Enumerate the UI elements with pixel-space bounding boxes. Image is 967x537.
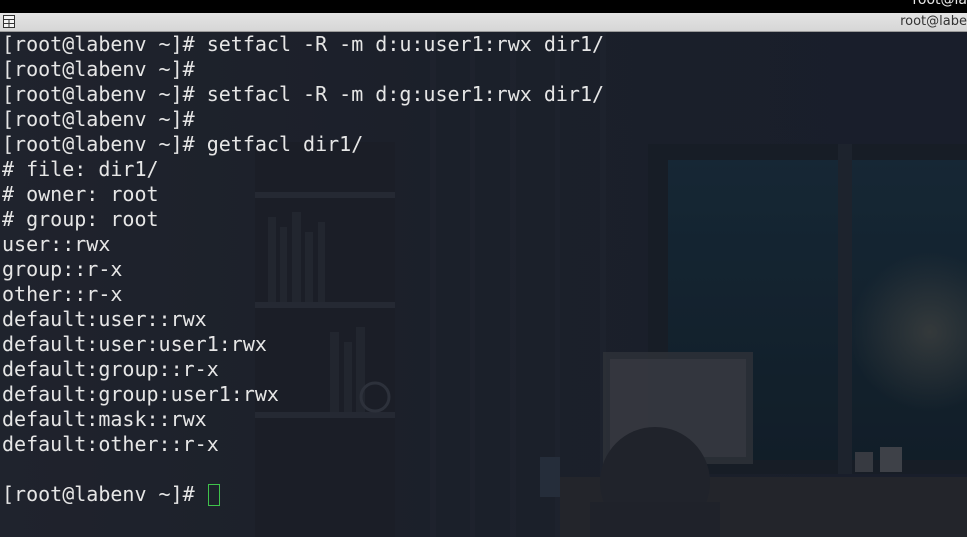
terminal-line: # group: root bbox=[2, 207, 159, 231]
terminal-prompt-line[interactable]: [root@labenv ~]# bbox=[2, 482, 604, 507]
screen: root@la root@labe [root@labenv ~]# setfa… bbox=[0, 0, 967, 537]
terminal-tab-title[interactable]: root@labe bbox=[900, 14, 967, 29]
terminal-prompt: [root@labenv ~]# bbox=[2, 482, 207, 506]
terminal-line: default:user::rwx bbox=[2, 307, 207, 331]
top-panel: root@la bbox=[0, 0, 967, 13]
terminal-line: [root@labenv ~]# bbox=[2, 107, 195, 131]
terminal-line: default:group:user1:rwx bbox=[2, 382, 279, 406]
terminal-cursor bbox=[207, 484, 220, 506]
terminal-line: default:group::r-x bbox=[2, 357, 219, 381]
split-terminal-icon[interactable] bbox=[3, 15, 15, 28]
terminal-line: user::rwx bbox=[2, 232, 111, 256]
terminal-line: default:mask::rwx bbox=[2, 407, 207, 431]
terminal-output[interactable]: [root@labenv ~]# setfacl -R -m d:u:user1… bbox=[2, 32, 604, 507]
terminal-line: [root@labenv ~]# bbox=[2, 57, 195, 81]
terminal-window[interactable]: [root@labenv ~]# setfacl -R -m d:u:user1… bbox=[0, 32, 967, 537]
terminal-line: # file: dir1/ bbox=[2, 157, 159, 181]
terminal-line: default:other::r-x bbox=[2, 432, 219, 456]
terminal-line: default:user:user1:rwx bbox=[2, 332, 267, 356]
terminal-line: # owner: root bbox=[2, 182, 159, 206]
terminal-line: [root@labenv ~]# setfacl -R -m d:u:user1… bbox=[2, 32, 605, 56]
terminal-line: [root@labenv ~]# getfacl dir1/ bbox=[2, 132, 364, 156]
terminal-tab-bar: root@labe bbox=[0, 13, 967, 32]
top-window-title: root@la bbox=[912, 0, 967, 8]
terminal-line: [root@labenv ~]# setfacl -R -m d:g:user1… bbox=[2, 82, 605, 106]
terminal-line: other::r-x bbox=[2, 282, 123, 306]
terminal-line: group::r-x bbox=[2, 257, 123, 281]
